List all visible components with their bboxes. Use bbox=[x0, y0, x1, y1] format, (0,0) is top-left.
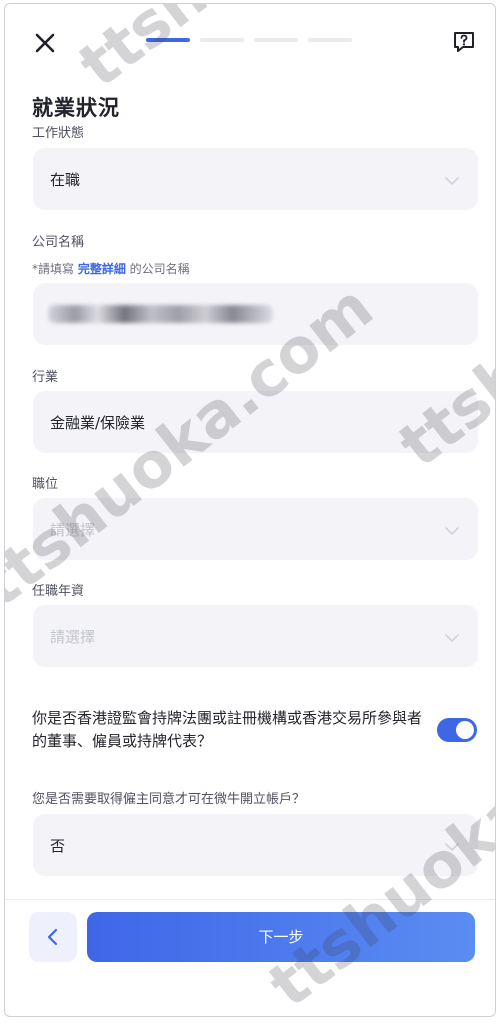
watermark-text: ttshuoka.com bbox=[65, 4, 486, 102]
hint-suffix: 的公司名稱 bbox=[125, 262, 190, 276]
hint-emphasis: 完整詳細 bbox=[77, 262, 126, 276]
sfc-question-text: 你是否香港證監會持牌法團或註冊機構或香港交易所參與者的董事、僱員或持牌代表？ bbox=[32, 709, 423, 750]
chevron-left-icon bbox=[47, 928, 58, 946]
progress-step-4 bbox=[308, 38, 352, 42]
chevron-down-icon bbox=[444, 838, 460, 852]
years-label: 任職年資 bbox=[32, 584, 85, 599]
next-step-button[interactable]: 下一步 bbox=[87, 912, 475, 962]
redacted-company-name bbox=[48, 305, 273, 323]
industry-value: 金融業/保險業 bbox=[50, 414, 146, 432]
app-frame: 就業狀況 工作狀態 在職 公司名稱 *請填寫 完整詳細 的公司名稱 行業 金融業… bbox=[4, 3, 496, 1017]
chevron-down-icon bbox=[444, 629, 460, 643]
company-name-input[interactable] bbox=[33, 283, 478, 345]
work-status-label: 工作狀態 bbox=[32, 126, 85, 141]
chevron-down-icon bbox=[444, 522, 460, 536]
position-placeholder: 請選擇 bbox=[50, 521, 96, 539]
progress-step-3 bbox=[254, 38, 298, 42]
years-select[interactable]: 請選擇 bbox=[33, 605, 478, 667]
work-status-value: 在職 bbox=[50, 171, 81, 189]
progress-step-2 bbox=[200, 38, 244, 42]
toggle-knob bbox=[456, 721, 474, 739]
consent-value: 否 bbox=[50, 837, 66, 855]
work-status-select[interactable]: 在職 bbox=[33, 148, 478, 210]
sfc-question-toggle[interactable] bbox=[437, 718, 477, 742]
company-name-label: 公司名稱 bbox=[32, 235, 85, 250]
close-button[interactable] bbox=[31, 29, 59, 57]
hint-prefix: *請填寫 bbox=[32, 262, 78, 276]
position-select[interactable]: 請選擇 bbox=[33, 498, 478, 560]
help-button[interactable] bbox=[450, 28, 478, 56]
progress-step-1 bbox=[146, 38, 190, 42]
consent-label: 您是否需要取得僱主同意才可在微牛開立帳戶？ bbox=[32, 792, 306, 807]
consent-select[interactable]: 否 bbox=[33, 814, 478, 876]
industry-label: 行業 bbox=[32, 370, 59, 385]
footer-divider bbox=[5, 899, 495, 900]
position-label: 職位 bbox=[32, 477, 59, 492]
close-icon bbox=[35, 33, 55, 53]
company-name-hint: *請填寫 完整詳細 的公司名稱 bbox=[32, 260, 190, 277]
step-progress bbox=[146, 38, 352, 42]
help-chat-icon bbox=[454, 32, 474, 52]
chevron-down-icon bbox=[444, 172, 460, 186]
back-button[interactable] bbox=[29, 912, 77, 962]
page-title: 就業狀況 bbox=[32, 96, 120, 120]
industry-select[interactable]: 金融業/保險業 bbox=[33, 391, 478, 453]
years-placeholder: 請選擇 bbox=[50, 628, 96, 646]
